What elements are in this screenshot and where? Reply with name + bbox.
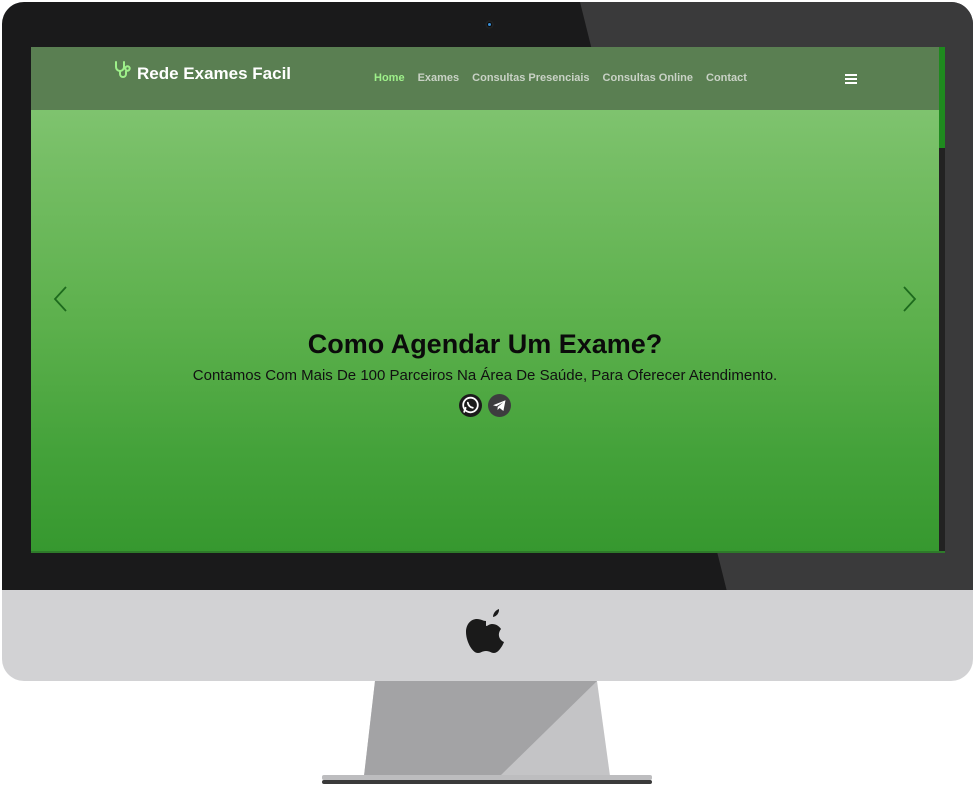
- hamburger-menu-icon[interactable]: [843, 72, 859, 86]
- chevron-right-icon[interactable]: [899, 284, 919, 314]
- monitor-stand: [322, 681, 652, 784]
- hero-subtitle: Contamos Com Mais De 100 Parceiros Na Ár…: [192, 367, 778, 384]
- chevron-left-icon[interactable]: [51, 284, 71, 314]
- telegram-icon[interactable]: [487, 393, 512, 418]
- nav-item-consultas-online[interactable]: Consultas Online: [603, 72, 693, 84]
- brand-name: Rede Exames Facil: [137, 64, 292, 83]
- whatsapp-icon[interactable]: [458, 393, 483, 418]
- nav-item-home[interactable]: Home: [374, 72, 405, 84]
- nav-item-exames[interactable]: Exames: [418, 72, 460, 84]
- nav-item-consultas-presenciais[interactable]: Consultas Presenciais: [472, 72, 589, 84]
- navbar: Rede Exames Facil Home Exames Consultas …: [31, 47, 939, 110]
- nav-links: Home Exames Consultas Presenciais Consul…: [374, 72, 760, 84]
- brand-logo[interactable]: Rede Exames Facil: [113, 61, 292, 84]
- scrollbar[interactable]: [939, 47, 945, 553]
- social-buttons: [31, 393, 939, 418]
- scrollbar-thumb[interactable]: [939, 47, 945, 148]
- hero-section: Como Agendar Um Exame? Contamos Com Mais…: [31, 325, 939, 418]
- nav-item-contact[interactable]: Contact: [706, 72, 747, 84]
- camera-icon: [485, 20, 494, 29]
- apple-logo-icon: [466, 609, 504, 653]
- stethoscope-icon: [115, 61, 131, 78]
- screen-bottom-edge: [31, 551, 945, 553]
- hero-title: Como Agendar Um Exame?: [307, 329, 663, 359]
- browser-viewport: Rede Exames Facil Home Exames Consultas …: [31, 47, 945, 553]
